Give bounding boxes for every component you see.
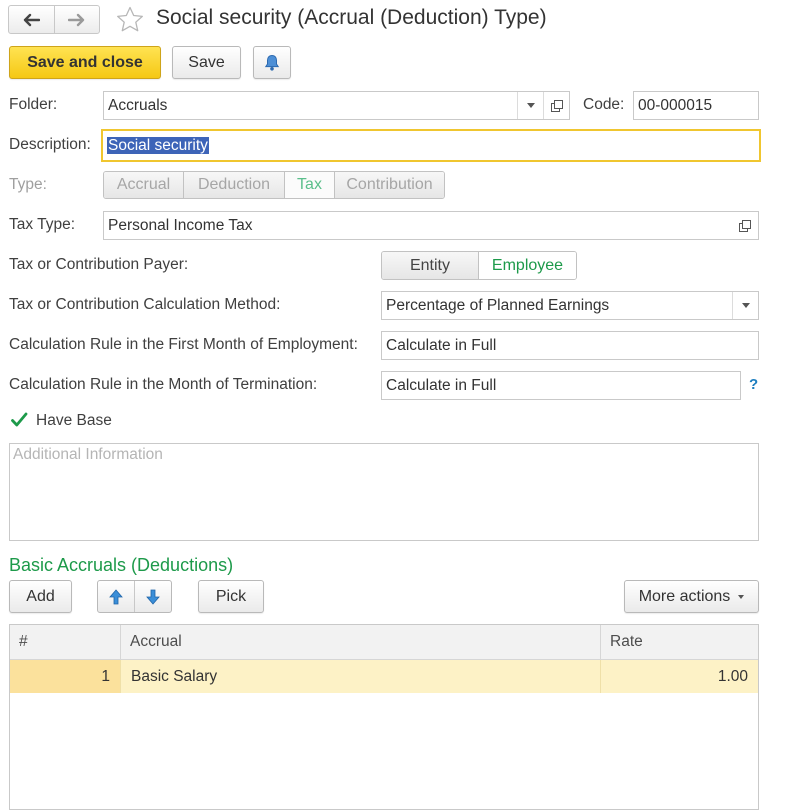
table-row[interactable]: 1 Basic Salary 1.00: [10, 660, 758, 693]
arrow-left-icon: [24, 13, 41, 26]
description-field[interactable]: Social security: [101, 129, 761, 162]
termination-rule-label: Calculation Rule in the Month of Termina…: [9, 376, 318, 393]
folder-open-button[interactable]: [543, 92, 569, 119]
calc-method-field[interactable]: Percentage of Planned Earnings: [381, 291, 759, 320]
payer-selector[interactable]: Entity Employee: [381, 251, 577, 280]
move-buttons: [97, 580, 172, 613]
termination-rule-value: Calculate in Full: [386, 376, 497, 394]
save-button[interactable]: Save: [172, 46, 241, 79]
first-month-rule-label: Calculation Rule in the First Month of E…: [9, 336, 358, 353]
open-window-icon: [739, 219, 751, 232]
folder-value: Accruals: [108, 96, 168, 114]
payer-option-entity[interactable]: Entity: [382, 252, 478, 279]
table-header: # Accrual Rate: [10, 625, 758, 660]
forward-button[interactable]: [53, 6, 100, 33]
more-actions-button[interactable]: More actions: [624, 580, 759, 613]
back-button[interactable]: [9, 6, 54, 33]
row-accrual-cell: Basic Salary: [120, 660, 600, 693]
tax-type-open-button[interactable]: [732, 212, 758, 239]
have-base-checkbox[interactable]: [10, 411, 28, 429]
type-selector: Accrual Deduction Tax Contribution: [103, 171, 445, 199]
basic-accruals-title: Basic Accruals (Deductions): [9, 555, 234, 575]
save-and-close-button[interactable]: Save and close: [9, 46, 161, 79]
accruals-table: # Accrual Rate 1 Basic Salary 1.00: [9, 624, 759, 810]
payer-label: Tax or Contribution Payer:: [9, 256, 189, 273]
open-window-icon: [550, 99, 563, 112]
type-option-contribution: Contribution: [334, 172, 444, 198]
arrow-up-icon: [109, 588, 123, 604]
column-header-rate[interactable]: Rate: [600, 625, 758, 659]
chevron-down-icon: [526, 103, 535, 108]
tax-type-field[interactable]: Personal Income Tax: [103, 211, 759, 240]
type-option-accrual: Accrual: [104, 172, 183, 198]
row-number-cell: 1: [10, 660, 120, 693]
first-month-rule-value: Calculate in Full: [386, 336, 497, 354]
code-field[interactable]: 00-000015: [633, 91, 759, 120]
additional-info-field[interactable]: Additional Information: [9, 443, 759, 541]
code-label: Code:: [583, 96, 625, 113]
calc-method-label: Tax or Contribution Calculation Method:: [9, 296, 281, 313]
additional-info-placeholder: Additional Information: [13, 446, 163, 463]
folder-label: Folder:: [9, 96, 58, 113]
type-option-deduction: Deduction: [183, 172, 284, 198]
checkmark-icon: [11, 412, 28, 427]
calc-method-value: Percentage of Planned Earnings: [386, 296, 610, 314]
arrow-down-icon: [146, 589, 160, 605]
description-label: Description:: [9, 136, 91, 153]
column-header-accrual[interactable]: Accrual: [120, 625, 600, 659]
row-rate-cell: 1.00: [600, 660, 758, 693]
calc-method-dropdown-button[interactable]: [732, 292, 758, 319]
favorite-star-icon[interactable]: [115, 5, 145, 35]
move-up-button[interactable]: [98, 581, 134, 612]
move-down-button[interactable]: [134, 581, 171, 612]
more-actions-label: More actions: [638, 587, 731, 605]
type-label: Type:: [9, 176, 47, 193]
first-month-rule-field[interactable]: Calculate in Full: [381, 331, 759, 360]
chevron-down-icon: [738, 594, 745, 599]
payer-option-employee[interactable]: Employee: [478, 252, 576, 279]
folder-dropdown-button[interactable]: [517, 92, 543, 119]
help-icon[interactable]: ?: [749, 376, 758, 393]
pick-button[interactable]: Pick: [198, 580, 264, 613]
termination-rule-field[interactable]: Calculate in Full: [381, 371, 741, 400]
bell-icon: [264, 54, 280, 71]
add-button[interactable]: Add: [9, 580, 72, 613]
have-base-label: Have Base: [36, 412, 112, 429]
type-option-tax: Tax: [284, 172, 334, 198]
arrow-right-icon: [67, 13, 84, 26]
page-title: Social security (Accrual (Deduction) Typ…: [156, 6, 547, 29]
folder-field[interactable]: Accruals: [103, 91, 570, 120]
nav-buttons: [8, 5, 100, 34]
code-value: 00-000015: [638, 96, 713, 114]
column-header-number[interactable]: #: [10, 625, 120, 659]
tax-type-value: Personal Income Tax: [108, 216, 253, 234]
tax-type-label: Tax Type:: [9, 216, 76, 233]
description-value: Social security: [107, 136, 209, 154]
chevron-down-icon: [741, 303, 750, 308]
notification-button[interactable]: [253, 46, 291, 79]
